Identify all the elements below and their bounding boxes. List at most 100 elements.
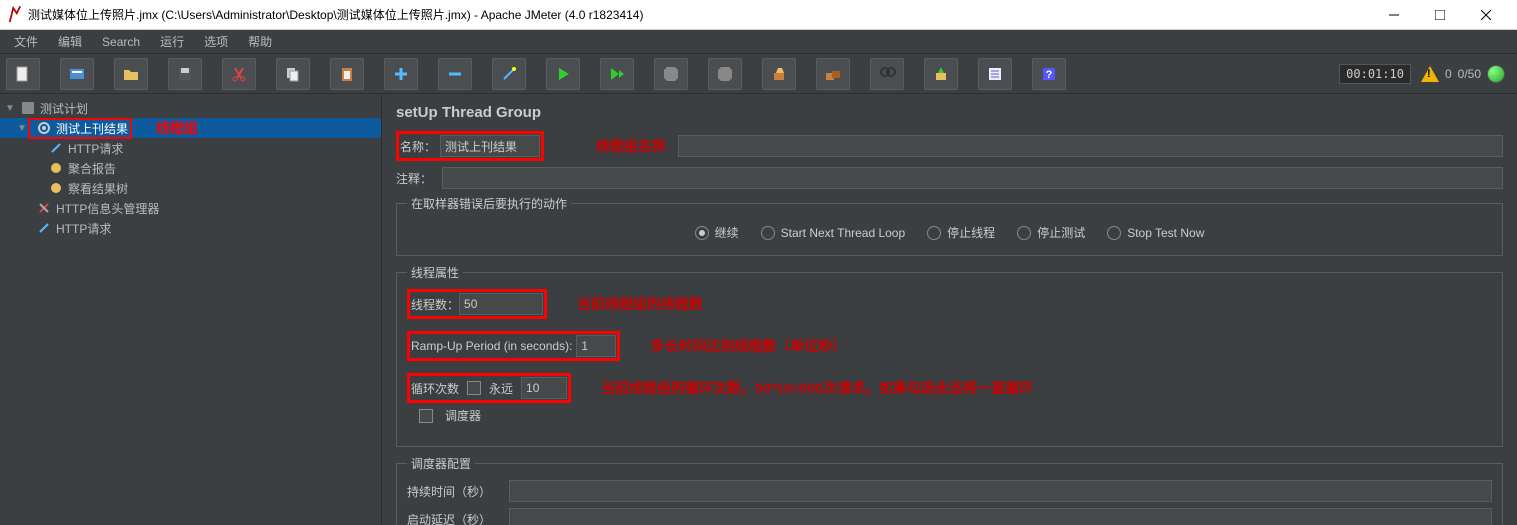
content-pane: setUp Thread Group 名称： 线程组名称 注释： 在取样器错误后…: [382, 94, 1517, 525]
comment-label: 注释：: [396, 170, 436, 187]
tree-http-request-1[interactable]: HTTP请求: [0, 138, 381, 158]
clear-button[interactable]: [762, 58, 796, 90]
tree-thread-group[interactable]: ▼ 测试上刊结果 线程组: [0, 118, 381, 138]
stop-button[interactable]: [654, 58, 688, 90]
copy-button[interactable]: [276, 58, 310, 90]
radio-continue[interactable]: 继续: [695, 224, 739, 241]
tree-aggregate-report[interactable]: 聚合报告: [0, 158, 381, 178]
delay-input[interactable]: [509, 508, 1492, 525]
menu-options[interactable]: 选项: [194, 30, 238, 53]
close-button[interactable]: [1463, 0, 1509, 30]
warning-count: 0: [1445, 67, 1452, 81]
thread-props-legend: 线程属性: [407, 264, 463, 281]
function-helper-button[interactable]: [978, 58, 1012, 90]
annotation-rampup: 多长时间达到线程数（单位秒）: [650, 336, 846, 356]
radio-stop-test[interactable]: 停止测试: [1017, 224, 1085, 241]
loop-label: 循环次数: [411, 380, 459, 397]
templates-button[interactable]: [60, 58, 94, 90]
collapse-icon[interactable]: ▼: [4, 103, 16, 114]
duration-input[interactable]: [509, 480, 1492, 502]
scheduler-config-legend: 调度器配置: [407, 455, 475, 472]
menu-file[interactable]: 文件: [4, 30, 48, 53]
tree-thread-group-label: 测试上刊结果: [56, 120, 128, 137]
error-action-fieldset: 在取样器错误后要执行的动作 继续 Start Next Thread Loop …: [396, 195, 1503, 256]
menu-edit[interactable]: 编辑: [48, 30, 92, 53]
radio-start-next[interactable]: Start Next Thread Loop: [761, 226, 906, 240]
threads-input[interactable]: [459, 293, 543, 315]
radio-stop-now[interactable]: Stop Test Now: [1107, 226, 1204, 240]
menu-run[interactable]: 运行: [150, 30, 194, 53]
tree-view-results-label: 察看结果树: [68, 180, 128, 197]
scheduler-config-fieldset: 调度器配置 持续时间（秒） 启动延迟（秒）: [396, 455, 1503, 525]
add-button[interactable]: [384, 58, 418, 90]
wrench-icon: [36, 200, 52, 216]
thread-count: 0/50: [1458, 67, 1481, 81]
panel-title: setUp Thread Group: [396, 104, 1503, 121]
name-label: 名称：: [400, 138, 440, 155]
tree-root[interactable]: ▼ 测试计划: [0, 98, 381, 118]
pipette-icon: [36, 220, 52, 236]
minimize-button[interactable]: [1371, 0, 1417, 30]
help-button[interactable]: ?: [1032, 58, 1066, 90]
tree-header-mgr-label: HTTP信息头管理器: [56, 200, 159, 217]
open-button[interactable]: [114, 58, 148, 90]
menu-search[interactable]: Search: [92, 32, 150, 52]
radio-stop-thread[interactable]: 停止线程: [927, 224, 995, 241]
clock-icon: [48, 160, 64, 176]
annotation-thread-group: 线程组: [156, 118, 198, 138]
name-input-extended[interactable]: [678, 135, 1503, 157]
start-remote-button[interactable]: [600, 58, 634, 90]
forever-label: 永远: [489, 380, 513, 397]
testplan-icon: [20, 100, 36, 116]
delay-label: 启动延迟（秒）: [407, 511, 503, 525]
tree-http2-label: HTTP请求: [56, 220, 111, 237]
gear-icon: [36, 120, 52, 136]
pipette-icon: [48, 140, 64, 156]
svg-text:?: ?: [1046, 69, 1053, 81]
comment-input[interactable]: [442, 167, 1503, 189]
error-action-legend: 在取样器错误后要执行的动作: [407, 195, 571, 212]
clear-all-button[interactable]: [816, 58, 850, 90]
tree-http1-label: HTTP请求: [68, 140, 123, 157]
warning-icon: [1421, 66, 1439, 82]
save-button[interactable]: [168, 58, 202, 90]
cut-button[interactable]: [222, 58, 256, 90]
tree-agg-label: 聚合报告: [68, 160, 116, 177]
tree-http-request-2[interactable]: HTTP请求: [0, 218, 381, 238]
wand-button[interactable]: [492, 58, 526, 90]
window-titlebar: 测试媒体位上传照片.jmx (C:\Users\Administrator\De…: [0, 0, 1517, 30]
loop-input[interactable]: [521, 377, 567, 399]
timer-display: 00:01:10: [1339, 64, 1411, 84]
annotation-name: 线程组名称: [596, 136, 666, 156]
thread-props-fieldset: 线程属性 线程数： 当前线程组的线程数 Ramp-Up Period (in s…: [396, 264, 1503, 447]
menu-help[interactable]: 帮助: [238, 30, 282, 53]
duration-label: 持续时间（秒）: [407, 483, 503, 500]
remove-button[interactable]: [438, 58, 472, 90]
name-input[interactable]: [440, 135, 540, 157]
maximize-button[interactable]: [1417, 0, 1463, 30]
start-button[interactable]: [546, 58, 580, 90]
app-icon: [8, 6, 22, 24]
paste-button[interactable]: [330, 58, 364, 90]
collapse-icon[interactable]: ▼: [16, 123, 28, 134]
forever-checkbox[interactable]: [467, 381, 481, 395]
rampup-input[interactable]: [576, 335, 616, 357]
rampup-label: Ramp-Up Period (in seconds):: [411, 339, 572, 353]
search-button[interactable]: [870, 58, 904, 90]
window-title: 测试媒体位上传照片.jmx (C:\Users\Administrator\De…: [28, 6, 1371, 23]
scheduler-label: 调度器: [445, 407, 481, 424]
new-button[interactable]: [6, 58, 40, 90]
shutdown-button[interactable]: [708, 58, 742, 90]
reset-search-button[interactable]: [924, 58, 958, 90]
tree-root-label: 测试计划: [40, 100, 88, 117]
tree-view-results[interactable]: 察看结果树: [0, 178, 381, 198]
threads-label: 线程数：: [411, 296, 459, 313]
scheduler-checkbox[interactable]: [419, 409, 433, 423]
annotation-threads: 当前线程组的线程数: [577, 294, 703, 314]
toolbar: ? 00:01:10 0 0/50: [0, 54, 1517, 94]
tree-header-manager[interactable]: HTTP信息头管理器: [0, 198, 381, 218]
menubar: 文件 编辑 Search 运行 选项 帮助: [0, 30, 1517, 54]
clock-icon: [48, 180, 64, 196]
status-indicator-icon: [1487, 65, 1505, 83]
tree-pane: ▼ 测试计划 ▼ 测试上刊结果 线程组 HTTP请求 聚合报告 察看结果树 HT…: [0, 94, 382, 525]
